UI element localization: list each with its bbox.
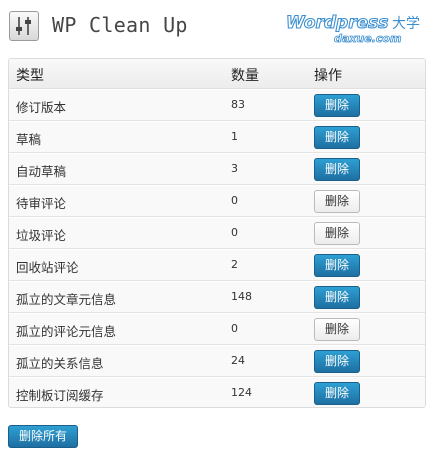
table-row: 自动草稿 3 删除 xyxy=(9,153,425,185)
table-row: 回收站评论 2 删除 xyxy=(9,249,425,281)
table-row: 孤立的评论元信息 0 删除 xyxy=(9,313,425,345)
row-count-value: 0 xyxy=(231,194,238,207)
table-row: 草稿 1 删除 xyxy=(9,121,425,153)
row-type-label: 孤立的文章元信息 xyxy=(16,292,117,307)
delete-button[interactable]: 删除 xyxy=(314,350,360,373)
plugin-sliders-icon xyxy=(9,11,39,41)
table-row: 垃圾评论 0 删除 xyxy=(9,217,425,249)
delete-button[interactable]: 删除 xyxy=(314,318,360,341)
table-row: 修订版本 83 删除 xyxy=(9,89,425,121)
row-type-label: 回收站评论 xyxy=(16,260,79,275)
delete-button[interactable]: 删除 xyxy=(314,94,360,117)
column-header-count: 数量 xyxy=(231,68,259,84)
row-count-value: 24 xyxy=(231,354,245,367)
delete-button[interactable]: 删除 xyxy=(314,222,360,245)
delete-button[interactable]: 删除 xyxy=(314,190,360,213)
row-count-value: 0 xyxy=(231,226,238,239)
delete-button[interactable]: 删除 xyxy=(314,254,360,277)
row-count-value: 2 xyxy=(231,258,238,271)
delete-button[interactable]: 删除 xyxy=(314,382,360,405)
svg-text:大学: 大学 xyxy=(392,16,420,32)
row-count-value: 3 xyxy=(231,162,238,175)
table-row: 孤立的文章元信息 148 删除 xyxy=(9,281,425,313)
wordpress-daxue-watermark-logo: Wordpress 大学 daxue.com xyxy=(285,12,420,45)
table-row: 待审评论 0 删除 xyxy=(9,185,425,217)
row-type-label: 自动草稿 xyxy=(16,164,67,179)
delete-all-button[interactable]: 删除所有 xyxy=(8,425,78,448)
table-row: 孤立的关系信息 24 删除 xyxy=(9,345,425,377)
page-header: WP Clean Up Wordpress 大学 daxue.com xyxy=(9,9,429,45)
row-type-label: 垃圾评论 xyxy=(16,228,67,243)
column-header-action: 操作 xyxy=(314,68,342,84)
table-header: 类型 数量 操作 xyxy=(9,59,425,89)
table-row: 控制板订阅缓存 124 删除 xyxy=(9,377,425,407)
table-body: 修订版本 83 删除 草稿 1 删除 自动草稿 3 删除 待审评论 0 删除 垃圾评论 0 删除 回收站评论 2… xyxy=(9,89,425,407)
row-type-label: 草稿 xyxy=(16,132,42,147)
page-title: WP Clean Up xyxy=(52,13,188,37)
svg-text:Wordpress: Wordpress xyxy=(286,13,388,33)
row-type-label: 孤立的关系信息 xyxy=(16,356,104,371)
row-type-label: 孤立的评论元信息 xyxy=(16,324,117,339)
cleanup-table: 类型 数量 操作 修订版本 83 删除 草稿 1 删除 自动草稿 3 删除 待审评论 0 删除 垃圾评论… xyxy=(8,58,426,408)
delete-button[interactable]: 删除 xyxy=(314,286,360,309)
column-header-type: 类型 xyxy=(16,68,44,84)
delete-button[interactable]: 删除 xyxy=(314,158,360,181)
delete-button[interactable]: 删除 xyxy=(314,126,360,149)
row-count-value: 1 xyxy=(231,130,238,143)
row-type-label: 控制板订阅缓存 xyxy=(16,388,104,403)
row-count-value: 0 xyxy=(231,322,238,335)
row-type-label: 修订版本 xyxy=(16,100,67,115)
row-type-label: 待审评论 xyxy=(16,196,67,211)
row-count-value: 124 xyxy=(231,386,252,399)
row-count-value: 148 xyxy=(231,290,252,303)
svg-text:daxue.com: daxue.com xyxy=(334,32,401,45)
row-count-value: 83 xyxy=(231,98,245,111)
